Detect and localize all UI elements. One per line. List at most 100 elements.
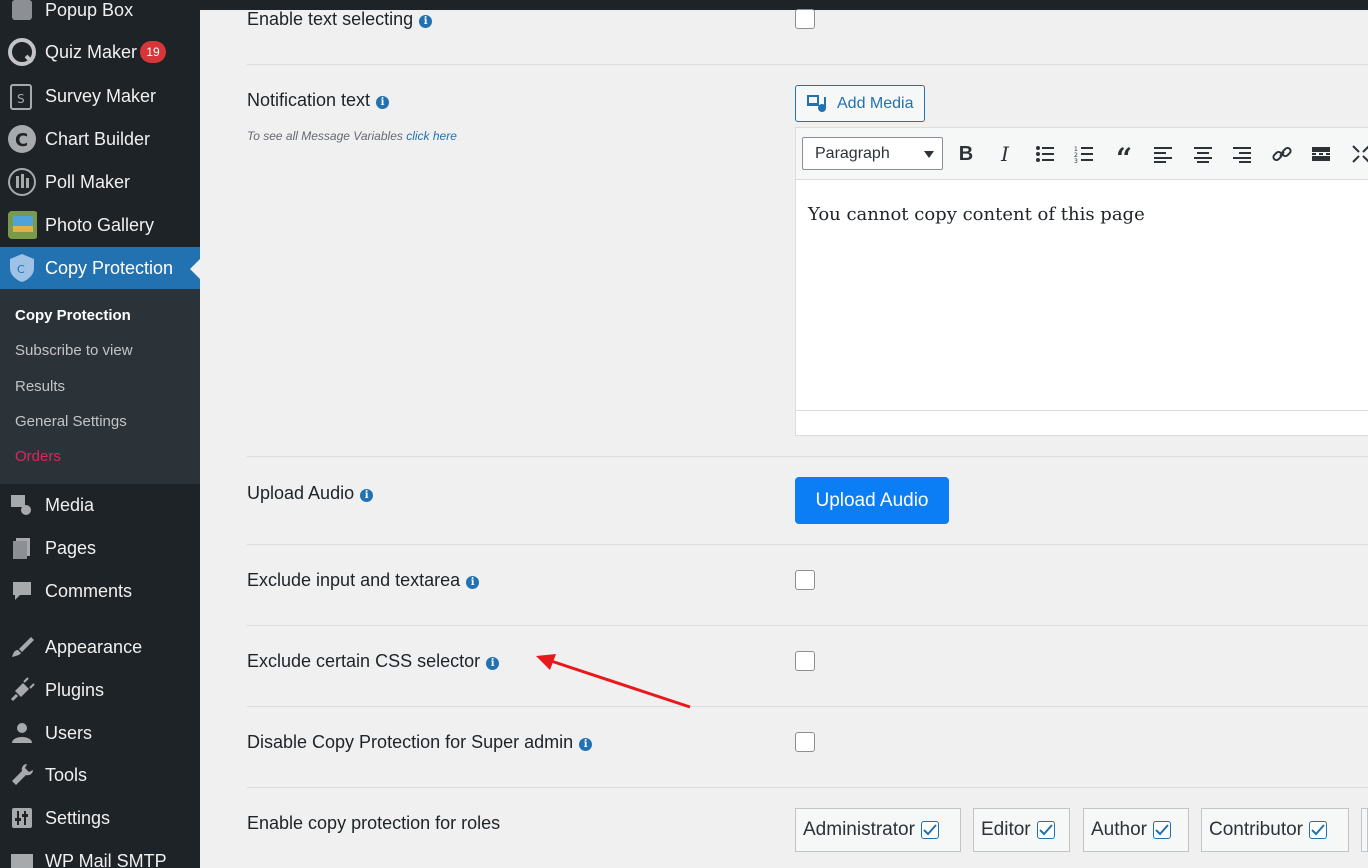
copy-protection-submenu: Copy Protection Subscribe to view Result… — [0, 289, 200, 484]
role-editor-checkbox[interactable] — [1036, 821, 1055, 839]
align-right-icon — [1233, 147, 1251, 163]
svg-text:3: 3 — [1074, 158, 1078, 163]
submenu-subscribe-to-view[interactable]: Subscribe to view — [15, 342, 133, 359]
editor-toolbar: Paragraph B I 123 “ — [796, 128, 1368, 180]
mail-icon — [7, 846, 37, 868]
menu-quiz-maker[interactable]: Quiz Maker 19 — [0, 32, 200, 72]
exclude-css-selector-checkbox[interactable] — [795, 651, 815, 671]
menu-survey-maker[interactable]: S Survey Maker — [0, 76, 200, 116]
message-variables-hint: To see all Message Variables click here — [247, 129, 457, 143]
menu-media[interactable]: Media — [0, 485, 200, 525]
menu-photo-gallery[interactable]: Photo Gallery — [0, 205, 200, 245]
poll-icon — [7, 167, 37, 197]
role-contributor-checkbox[interactable] — [1309, 821, 1327, 839]
message-variables-link[interactable]: click here — [406, 129, 457, 143]
svg-text:C: C — [15, 130, 28, 151]
blockquote-button[interactable]: “ — [1109, 140, 1139, 173]
info-icon[interactable]: i — [376, 96, 390, 109]
divider — [247, 706, 1368, 707]
roles-label: Enable copy protection for roles — [247, 813, 501, 833]
insert-link-button[interactable] — [1267, 140, 1297, 168]
menu-appearance[interactable]: Appearance — [0, 627, 200, 667]
admin-sidebar: Popup Box Quiz Maker 19 S Survey Maker C… — [0, 0, 200, 868]
role-more[interactable] — [1361, 808, 1368, 852]
popup-icon — [7, 0, 37, 25]
chart-icon: C — [7, 124, 37, 154]
role-author[interactable]: Author — [1083, 808, 1189, 852]
read-more-icon — [1312, 147, 1330, 161]
enable-text-selecting-checkbox[interactable] — [795, 9, 815, 29]
divider — [247, 787, 1368, 788]
update-count-badge: 19 — [140, 41, 166, 63]
menu-copy-protection[interactable]: C Copy Protection — [0, 247, 200, 289]
menu-settings[interactable]: Settings — [0, 798, 200, 838]
link-icon — [1272, 146, 1292, 162]
numbered-list-icon: 123 — [1074, 146, 1093, 163]
format-select[interactable]: Paragraph — [802, 137, 943, 170]
checkmark-icon — [1311, 824, 1325, 836]
submenu-results[interactable]: Results — [15, 378, 65, 395]
divider — [247, 64, 1368, 65]
align-left-icon — [1154, 147, 1172, 163]
bullet-list-button[interactable] — [1030, 140, 1060, 168]
menu-popup-box[interactable]: Popup Box — [0, 0, 200, 30]
editor-content[interactable]: You cannot copy content of this page — [808, 204, 1145, 225]
media-icon — [7, 490, 37, 520]
align-right-button[interactable] — [1227, 140, 1257, 168]
divider — [247, 625, 1368, 626]
role-administrator-checkbox[interactable] — [920, 821, 939, 839]
brush-icon — [7, 632, 37, 662]
notification-text-label: Notification text i — [247, 90, 390, 111]
menu-comments[interactable]: Comments — [0, 571, 200, 611]
divider — [247, 544, 1368, 545]
shield-icon: C — [7, 253, 37, 283]
bold-button[interactable]: B — [951, 140, 981, 168]
quiz-icon — [7, 37, 37, 67]
settings-icon — [7, 803, 37, 833]
checkmark-icon — [923, 824, 937, 836]
info-icon[interactable]: i — [419, 15, 433, 28]
gallery-icon — [7, 210, 37, 240]
menu-poll-maker[interactable]: Poll Maker — [0, 162, 200, 202]
upload-audio-button[interactable]: Upload Audio — [795, 477, 949, 524]
divider — [247, 456, 1368, 457]
role-contributor[interactable]: Contributor — [1201, 808, 1349, 852]
exclude-input-label: Exclude input and textarea i — [247, 570, 480, 591]
wrench-icon — [7, 760, 37, 790]
add-media-button[interactable]: Add Media — [795, 85, 925, 122]
submenu-copy-protection[interactable]: Copy Protection — [15, 307, 131, 324]
exclude-input-checkbox[interactable] — [795, 570, 815, 590]
role-editor[interactable]: Editor — [973, 808, 1070, 852]
checkmark-icon — [1155, 824, 1169, 836]
info-icon[interactable]: i — [486, 657, 500, 670]
exclude-css-selector-label: Exclude certain CSS selector i — [247, 651, 500, 672]
enable-text-selecting-label: Enable text selecting i — [247, 9, 433, 30]
numbered-list-button[interactable]: 123 — [1069, 140, 1099, 168]
align-center-button[interactable] — [1188, 140, 1218, 168]
fullscreen-button[interactable] — [1346, 140, 1368, 168]
menu-chart-builder[interactable]: C Chart Builder — [0, 119, 200, 159]
survey-icon: S — [7, 81, 37, 111]
menu-wp-mail-smtp[interactable]: WP Mail SMTP — [0, 841, 200, 868]
read-more-button[interactable] — [1306, 140, 1336, 168]
disable-super-admin-checkbox[interactable] — [795, 732, 815, 752]
role-author-checkbox[interactable] — [1152, 821, 1171, 839]
info-icon[interactable]: i — [360, 489, 374, 502]
fullscreen-icon — [1352, 145, 1368, 163]
annotation-arrow-icon — [536, 654, 691, 709]
italic-button[interactable]: I — [990, 140, 1020, 168]
pages-icon — [7, 533, 37, 563]
info-icon[interactable]: i — [466, 576, 480, 589]
submenu-general-settings[interactable]: General Settings — [15, 413, 127, 430]
disable-super-admin-label: Disable Copy Protection for Super admin i — [247, 732, 593, 753]
align-left-button[interactable] — [1148, 140, 1178, 168]
quote-icon: “ — [1115, 142, 1133, 175]
upload-audio-label: Upload Audio i — [247, 483, 374, 504]
submenu-orders[interactable]: Orders — [15, 448, 61, 465]
menu-users[interactable]: Users — [0, 713, 200, 753]
menu-pages[interactable]: Pages — [0, 528, 200, 568]
menu-tools[interactable]: Tools — [0, 755, 200, 795]
info-icon[interactable]: i — [579, 738, 593, 751]
menu-plugins[interactable]: Plugins — [0, 670, 200, 710]
role-administrator[interactable]: Administrator — [795, 808, 961, 852]
